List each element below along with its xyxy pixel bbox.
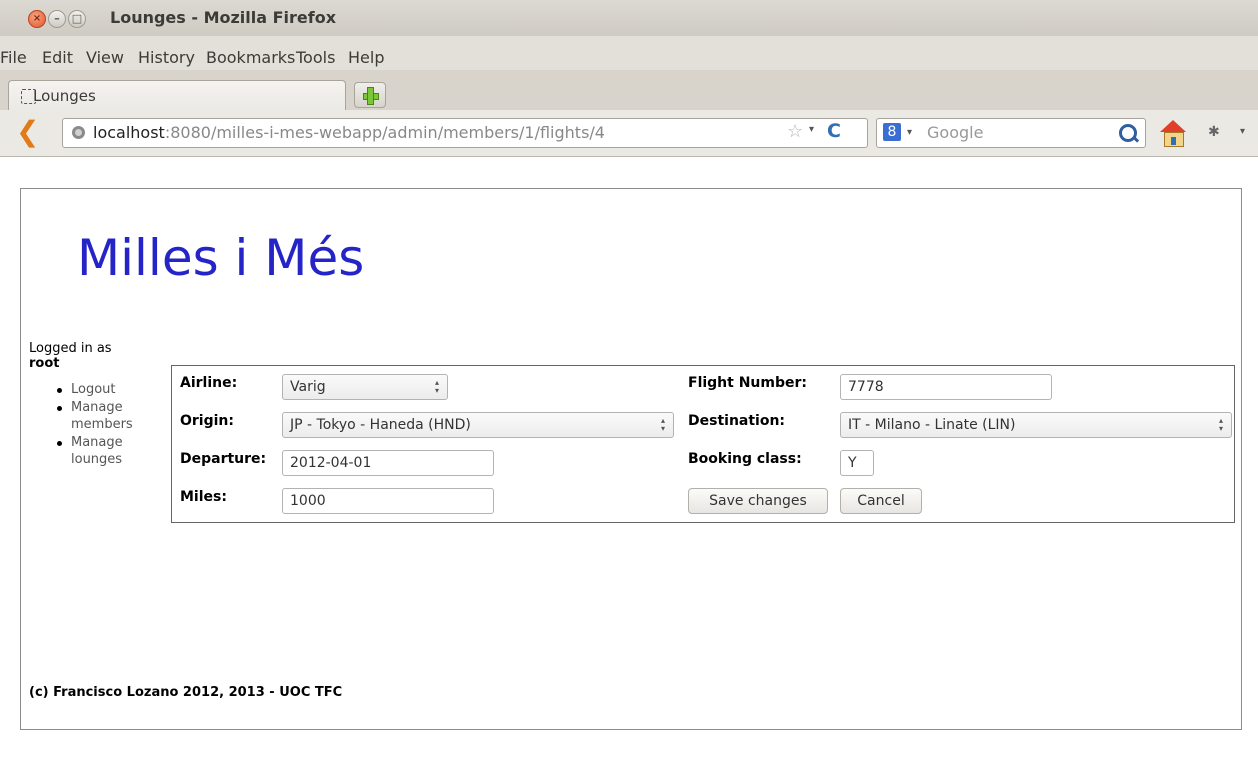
tab-lounges[interactable]: Lounges xyxy=(8,80,346,111)
airline-value: Varig xyxy=(290,379,326,395)
footer-text: (c) Francisco Lozano 2012, 2013 - UOC TF… xyxy=(29,685,343,700)
destination-select[interactable]: IT - Milano - Linate (LIN) ▴ ▾ xyxy=(840,412,1232,438)
addon-icon[interactable]: ✱ xyxy=(1208,124,1220,140)
username: root xyxy=(29,356,60,371)
origin-label: Origin: xyxy=(180,413,234,429)
manage-members-link[interactable]: Manage members xyxy=(53,399,159,433)
side-menu: Logout Manage members Manage lounges xyxy=(29,381,159,468)
page-container: Milles i Més Logged in as root Logout Ma… xyxy=(20,188,1242,730)
departure-label: Departure: xyxy=(180,451,267,467)
minimize-icon: – xyxy=(54,12,60,25)
logged-in-label: Logged in as xyxy=(29,341,112,356)
menu-history[interactable]: History xyxy=(138,48,195,67)
select-arrows-icon: ▴ ▾ xyxy=(434,378,439,395)
url-dropdown-icon[interactable]: ▾ xyxy=(809,124,814,135)
search-engine-icon[interactable]: 8 xyxy=(883,123,901,141)
miles-label: Miles: xyxy=(180,489,227,505)
maximize-icon: □ xyxy=(71,12,83,25)
cancel-button[interactable]: Cancel xyxy=(840,488,922,514)
airline-label: Airline: xyxy=(180,375,238,391)
menu-help[interactable]: Help xyxy=(348,48,384,67)
search-bar[interactable]: 8 ▾ Google xyxy=(876,118,1146,148)
search-engine-dropdown-icon[interactable]: ▾ xyxy=(907,127,912,138)
flight-number-label: Flight Number: xyxy=(688,375,808,391)
select-arrows-icon: ▴ ▾ xyxy=(660,416,665,433)
menu-tools[interactable]: Tools xyxy=(296,48,335,67)
site-title: Milles i Més xyxy=(77,229,365,287)
origin-select[interactable]: JP - Tokyo - Haneda (HND) ▴ ▾ xyxy=(282,412,674,438)
addon-dropdown-icon[interactable]: ▾ xyxy=(1240,126,1245,137)
airline-select[interactable]: Varig ▴ ▾ xyxy=(282,374,448,400)
save-changes-button[interactable]: Save changes xyxy=(688,488,828,514)
origin-value: JP - Tokyo - Haneda (HND) xyxy=(290,417,471,433)
globe-icon xyxy=(72,126,85,139)
window-title: Lounges - Mozilla Firefox xyxy=(110,8,337,27)
tab-bar: Lounges xyxy=(0,70,1258,111)
search-icon[interactable] xyxy=(1119,124,1137,142)
menu-bar: File Edit View History Bookmarks Tools H… xyxy=(0,36,1258,70)
url-text[interactable]: localhost:8080/milles-i-mes-webapp/admin… xyxy=(93,123,605,142)
menu-edit[interactable]: Edit xyxy=(42,48,73,67)
destination-label: Destination: xyxy=(688,413,786,429)
reload-icon[interactable]: C xyxy=(827,120,841,142)
menu-view[interactable]: View xyxy=(86,48,124,67)
destination-value: IT - Milano - Linate (LIN) xyxy=(848,417,1016,433)
booking-class-label: Booking class: xyxy=(688,451,802,467)
departure-input[interactable] xyxy=(282,450,494,476)
new-tab-button[interactable] xyxy=(354,82,386,108)
navigation-bar: ❮ localhost:8080/milles-i-mes-webapp/adm… xyxy=(0,110,1258,157)
url-path: :8080/milles-i-mes-webapp/admin/members/… xyxy=(164,123,605,142)
tab-label: Lounges xyxy=(33,87,96,105)
bookmark-star-icon[interactable]: ☆ xyxy=(787,121,803,142)
url-bar[interactable]: localhost:8080/milles-i-mes-webapp/admin… xyxy=(62,118,868,148)
window-maximize-button[interactable]: □ xyxy=(68,10,86,28)
close-icon: × xyxy=(32,13,42,24)
home-icon[interactable] xyxy=(1160,120,1186,147)
window-minimize-button[interactable]: – xyxy=(48,10,66,28)
logout-link[interactable]: Logout xyxy=(53,381,159,398)
window-close-button[interactable]: × xyxy=(28,10,46,28)
sidebar: Logged in as root Logout Manage members … xyxy=(29,341,159,469)
url-host: localhost xyxy=(93,123,165,142)
booking-class-input[interactable] xyxy=(840,450,874,476)
flight-number-input[interactable] xyxy=(840,374,1052,400)
window-titlebar: × – □ Lounges - Mozilla Firefox xyxy=(0,0,1258,37)
menu-bookmarks[interactable]: Bookmarks xyxy=(206,48,295,67)
back-icon[interactable]: ❮ xyxy=(16,118,40,146)
miles-input[interactable] xyxy=(282,488,494,514)
select-arrows-icon: ▴ ▾ xyxy=(1218,416,1223,433)
search-input[interactable]: Google xyxy=(927,123,983,142)
flight-form: Airline: Varig ▴▾ Flight Number: Origin:… xyxy=(171,365,1235,523)
menu-file[interactable]: File xyxy=(0,48,27,67)
manage-lounges-link[interactable]: Manage lounges xyxy=(53,434,159,468)
